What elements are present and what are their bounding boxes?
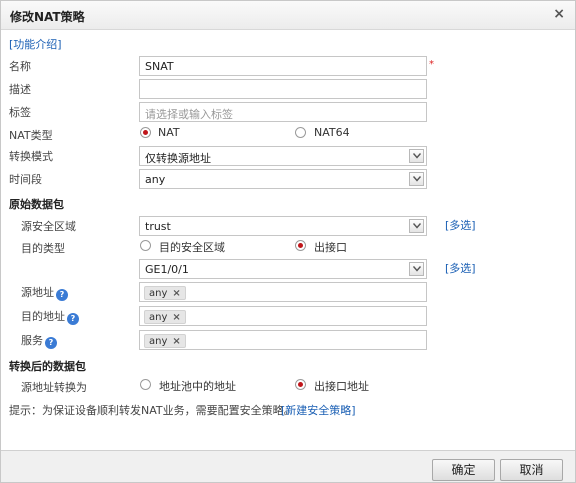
src-zone-label: 源安全区域 xyxy=(21,220,76,233)
service-tag: any × xyxy=(144,334,186,348)
src-addr-label-text: 源地址 xyxy=(21,286,54,299)
service-input[interactable]: any × xyxy=(139,330,427,350)
tag-label: 标签 xyxy=(9,106,31,119)
remove-tag-icon[interactable]: × xyxy=(172,312,180,323)
tag-input[interactable]: 请选择或输入标签 xyxy=(139,102,427,122)
chevron-down-icon[interactable] xyxy=(409,262,424,276)
dst-type-zone-radio[interactable] xyxy=(140,240,151,251)
name-input[interactable]: SNAT xyxy=(139,56,427,76)
nat-policy-dialog: 修改NAT策略 × [功能介绍] 名称 SNAT * 描述 标签 请选择或输入标… xyxy=(0,0,576,483)
nat-type-nat64-label: NAT64 xyxy=(314,126,350,139)
src-addr-tag-text: any xyxy=(149,287,168,299)
close-icon[interactable]: × xyxy=(553,6,565,22)
mode-label: 转换模式 xyxy=(9,150,53,163)
dialog-title: 修改NAT策略 xyxy=(10,10,85,24)
time-select[interactable]: any xyxy=(139,169,427,189)
translated-packet-section: 转换后的数据包 xyxy=(9,360,86,373)
src-zone-multiselect-link[interactable]: [多选] xyxy=(445,217,476,233)
tag-input-placeholder: 请选择或输入标签 xyxy=(145,108,233,121)
nat-type-label: NAT类型 xyxy=(9,129,53,142)
hint-text: 提示：为保证设备顺利转发NAT业务，需要配置安全策略。 xyxy=(9,404,295,417)
help-icon[interactable]: ? xyxy=(45,337,57,349)
help-icon[interactable]: ? xyxy=(56,289,68,301)
dst-addr-tag: any × xyxy=(144,310,186,324)
dialog-footer: 确定 取消 xyxy=(1,450,575,482)
src-trans-interface-label: 出接口地址 xyxy=(314,380,369,393)
dialog-titlebar: 修改NAT策略 × xyxy=(1,1,575,30)
src-zone-select[interactable]: trust xyxy=(139,216,427,236)
help-icon[interactable]: ? xyxy=(67,313,79,325)
service-label: 服务? xyxy=(21,332,57,349)
time-select-value: any xyxy=(145,173,166,186)
src-trans-pool-radio[interactable] xyxy=(140,379,151,390)
src-addr-tag: any × xyxy=(144,286,186,300)
src-addr-label: 源地址? xyxy=(21,284,68,301)
name-input-value: SNAT xyxy=(145,60,174,73)
src-trans-label: 源地址转换为 xyxy=(21,381,87,394)
name-label: 名称 xyxy=(9,60,31,73)
chevron-down-icon[interactable] xyxy=(409,219,424,233)
dst-type-interface-radio[interactable] xyxy=(295,240,306,251)
interface-multiselect-link[interactable]: [多选] xyxy=(445,260,476,276)
service-tag-text: any xyxy=(149,335,168,347)
new-security-policy-link[interactable]: [新建安全策略] xyxy=(281,402,356,418)
interface-select-value: GE1/0/1 xyxy=(145,263,189,276)
feature-intro-link[interactable]: [功能介绍] xyxy=(9,36,62,52)
dst-addr-tag-text: any xyxy=(149,311,168,323)
src-addr-input[interactable]: any × xyxy=(139,282,427,302)
chevron-down-icon[interactable] xyxy=(409,172,424,186)
src-trans-pool-label: 地址池中的地址 xyxy=(159,380,236,393)
ok-button[interactable]: 确定 xyxy=(432,459,495,481)
mode-select[interactable]: 仅转换源地址 xyxy=(139,146,427,166)
src-zone-select-value: trust xyxy=(145,220,171,233)
time-label: 时间段 xyxy=(9,173,42,186)
service-label-text: 服务 xyxy=(21,334,43,347)
cancel-button[interactable]: 取消 xyxy=(500,459,563,481)
required-mark: * xyxy=(429,59,434,70)
nat-type-nat-label: NAT xyxy=(158,126,180,139)
mode-select-value: 仅转换源地址 xyxy=(145,152,211,165)
dst-type-label: 目的类型 xyxy=(21,242,65,255)
dst-addr-label: 目的地址? xyxy=(21,308,79,325)
dst-addr-input[interactable]: any × xyxy=(139,306,427,326)
nat-type-nat-radio[interactable] xyxy=(140,127,151,138)
desc-input[interactable] xyxy=(139,79,427,99)
desc-label: 描述 xyxy=(9,83,31,96)
remove-tag-icon[interactable]: × xyxy=(172,288,180,299)
src-trans-interface-radio[interactable] xyxy=(295,379,306,390)
chevron-down-icon[interactable] xyxy=(409,149,424,163)
original-packet-section: 原始数据包 xyxy=(9,198,64,211)
nat-type-nat64-radio[interactable] xyxy=(295,127,306,138)
dst-addr-label-text: 目的地址 xyxy=(21,310,65,323)
remove-tag-icon[interactable]: × xyxy=(172,336,180,347)
interface-select[interactable]: GE1/0/1 xyxy=(139,259,427,279)
dst-type-interface-label: 出接口 xyxy=(314,241,347,254)
dst-type-zone-label: 目的安全区域 xyxy=(159,241,225,254)
